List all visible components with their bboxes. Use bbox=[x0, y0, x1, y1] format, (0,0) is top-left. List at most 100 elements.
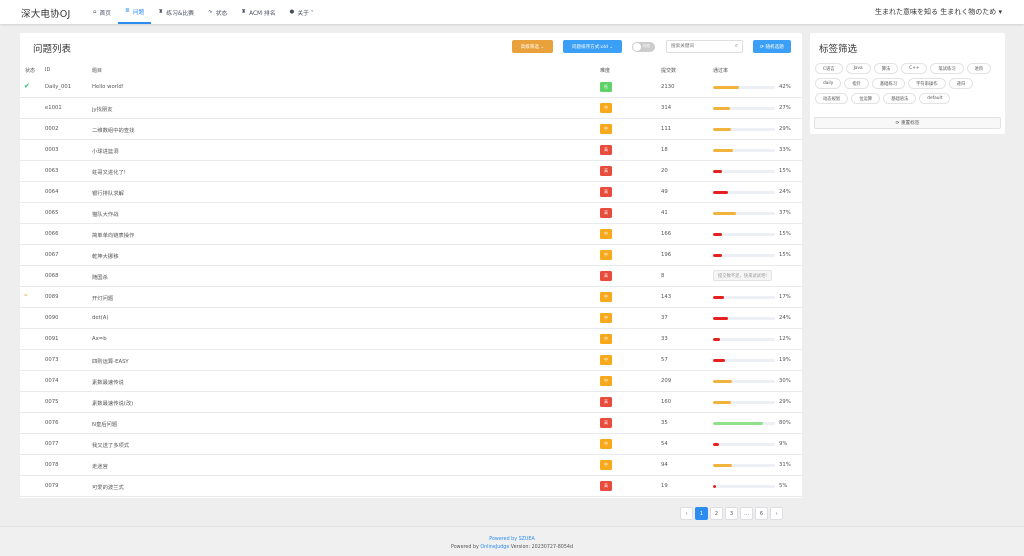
site-logo[interactable]: 深大电协OJ bbox=[21, 6, 70, 20]
tag-chip[interactable]: 字符串操作 bbox=[908, 78, 946, 89]
search-input[interactable] bbox=[667, 41, 729, 52]
tag-chip[interactable]: default bbox=[919, 93, 951, 104]
problem-title-link[interactable]: 我又送了多项式 bbox=[92, 441, 129, 449]
nav-icon: ♜ bbox=[158, 9, 164, 15]
tag-chip[interactable]: 算法 bbox=[873, 63, 899, 74]
table-row[interactable]: 0076 N皇后问题 高 35 80% bbox=[20, 413, 802, 434]
tag-chip[interactable]: 基础语法 bbox=[883, 93, 917, 104]
problem-title-link[interactable]: 小球进篮洞 bbox=[92, 147, 119, 155]
nav-item-1[interactable]: ≣ 问题 bbox=[118, 0, 152, 24]
submission-count: 209 bbox=[661, 378, 672, 384]
advanced-filter-button[interactable]: 高级筛选 ⌄ bbox=[512, 40, 553, 53]
column-header-status[interactable]: 状态 bbox=[25, 67, 35, 74]
tag-chip[interactable]: 基础练习 bbox=[871, 78, 906, 89]
search-icon[interactable]: ⌕ bbox=[735, 43, 738, 50]
column-header-difficulty[interactable]: 难度 bbox=[600, 67, 610, 74]
problem-title-link[interactable]: 素数最速传说 bbox=[92, 378, 124, 386]
table-row[interactable]: e1001 jy找朋友 中 314 27% bbox=[20, 98, 802, 119]
table-row[interactable]: 0090 det(A) 中 37 24% bbox=[20, 308, 802, 329]
tag-chip[interactable]: 递归 bbox=[948, 78, 974, 89]
problem-title-link[interactable]: 猫队大作战 bbox=[92, 210, 119, 218]
difficulty-badge: 中 bbox=[600, 355, 612, 365]
problem-title-link[interactable]: 二维数组中的查找 bbox=[92, 126, 134, 134]
difficulty-badge: 高 bbox=[600, 481, 612, 491]
tag-chip[interactable]: daily bbox=[815, 78, 842, 89]
next-page-button[interactable]: › bbox=[770, 507, 783, 520]
column-header-submissions[interactable]: 提交数 bbox=[661, 67, 676, 74]
footer-oj-link[interactable]: OnlineJudge bbox=[480, 545, 509, 550]
table-row[interactable]: 0067 乾坤大挪移 中 196 15% bbox=[20, 245, 802, 266]
tag-chip[interactable]: 笔试练习 bbox=[930, 63, 964, 74]
table-row[interactable]: 0002 二维数组中的查找 中 111 29% bbox=[20, 119, 802, 140]
problem-title-link[interactable]: det(A) bbox=[92, 315, 108, 321]
nav-item-3[interactable]: ∿ 状态 bbox=[201, 0, 234, 24]
tag-chip[interactable]: 进阶 bbox=[966, 63, 992, 74]
nav-item-2[interactable]: ♜ 练习&比赛 bbox=[151, 0, 201, 24]
problem-title-link[interactable]: N皇后问题 bbox=[92, 420, 117, 428]
page-button-6[interactable]: 6 bbox=[755, 507, 768, 520]
table-row[interactable]: 0075 素数最速传说(改) 高 160 29% bbox=[20, 392, 802, 413]
problem-title-link[interactable]: 可爱的波兰式 bbox=[92, 483, 124, 491]
problem-title-link[interactable]: 乾坤大挪移 bbox=[92, 252, 119, 260]
random-pick-button[interactable]: ⟳ 随机选题 bbox=[753, 40, 791, 53]
table-row[interactable]: 0066 简单单向链表操作 中 166 15% bbox=[20, 224, 802, 245]
reset-tags-button[interactable]: ⟳ 重置标签 bbox=[814, 117, 1001, 129]
problem-title-link[interactable]: Ax=b bbox=[92, 336, 107, 342]
tag-chip[interactable]: 动态规划 bbox=[815, 93, 849, 104]
table-row[interactable]: 0091 Ax=b 中 33 12% bbox=[20, 329, 802, 350]
nav-item-5[interactable]: ● 关于 ˅ bbox=[283, 0, 321, 24]
problem-title-link[interactable]: 素数最速传说(改) bbox=[92, 399, 133, 407]
tag-chip[interactable]: 位运算 bbox=[851, 93, 881, 104]
user-menu[interactable]: 生まれた意味を知る 生まれく物のため ▾ bbox=[875, 7, 1002, 17]
table-row[interactable]: 0078 走迷宫 中 94 31% bbox=[20, 455, 802, 476]
problem-id: e1001 bbox=[45, 105, 62, 111]
nav-item-0[interactable]: ⌂ 首页 bbox=[86, 0, 118, 24]
table-row[interactable]: 0064 银行排队求解 高 49 24% bbox=[20, 182, 802, 203]
table-row[interactable]: 0063 蛀哥又进化了! 高 20 15% bbox=[20, 161, 802, 182]
table-row[interactable]: 0074 素数最速传说 中 209 30% bbox=[20, 371, 802, 392]
panel-title: 问题列表 bbox=[33, 44, 72, 55]
ac-rate-percent: 12% bbox=[779, 336, 791, 342]
ac-rate-bar bbox=[713, 233, 775, 236]
problem-title-link[interactable]: 简单单向链表操作 bbox=[92, 231, 134, 239]
table-row[interactable]: 0003 小球进篮洞 高 18 33% bbox=[20, 140, 802, 161]
ac-rate-bar-fill bbox=[713, 128, 731, 131]
table-row[interactable]: 0077 我又送了多项式 中 54 9% bbox=[20, 434, 802, 455]
column-header-id[interactable]: ID bbox=[45, 67, 50, 73]
problem-id: 0075 bbox=[45, 399, 59, 405]
table-row[interactable]: 0073 四则运算-EASY 中 57 19% bbox=[20, 350, 802, 371]
page-button-1[interactable]: 1 bbox=[695, 507, 708, 520]
footer-powered-szuea[interactable]: Powered by SZUEA bbox=[0, 537, 1024, 542]
tag-chip[interactable]: Java bbox=[845, 63, 871, 74]
table-row[interactable]: 0068 随国杀 高 8 提交数不足，快来试试吧! bbox=[20, 266, 802, 287]
tag-chip[interactable]: C语言 bbox=[815, 63, 843, 74]
tag-chip[interactable]: C++ bbox=[901, 63, 928, 74]
prev-page-button[interactable]: ‹ bbox=[680, 507, 693, 520]
table-row[interactable]: 0079 可爱的波兰式 高 19 5% bbox=[20, 476, 802, 497]
problem-title-link[interactable]: 开灯问题 bbox=[92, 294, 113, 302]
difficulty-badge: 高 bbox=[600, 145, 612, 155]
problem-title-link[interactable]: 四则运算-EASY bbox=[92, 357, 129, 365]
ac-rate-percent: 19% bbox=[779, 357, 791, 363]
page-button-2[interactable]: 2 bbox=[710, 507, 723, 520]
problem-title-link[interactable]: jy找朋友 bbox=[92, 105, 113, 113]
sort-order-dropdown[interactable]: 问题排序方式:old ⌄ bbox=[563, 40, 622, 53]
table-row[interactable]: – 0089 开灯问题 中 143 17% bbox=[20, 287, 802, 308]
problem-id: 0065 bbox=[45, 210, 59, 216]
tag-chip[interactable]: 指针 bbox=[844, 78, 869, 89]
ac-rate-bar bbox=[713, 86, 775, 89]
page-button-3[interactable]: 3 bbox=[725, 507, 738, 520]
tag-toggle-switch[interactable]: 标签 bbox=[632, 42, 655, 52]
column-header-ac-rate[interactable]: 通过率 bbox=[713, 67, 728, 74]
problem-title-link[interactable]: 蛀哥又进化了! bbox=[92, 168, 126, 176]
nav-item-4[interactable]: ♜ ACM 排名 bbox=[234, 0, 282, 24]
problem-title-link[interactable]: 随国杀 bbox=[92, 273, 108, 281]
problem-title-link[interactable]: 走迷宫 bbox=[92, 462, 108, 470]
table-row[interactable]: ✔ Daily_001 Hello world! 低 2130 42% bbox=[20, 77, 802, 98]
table-row[interactable]: 0065 猫队大作战 高 41 37% bbox=[20, 203, 802, 224]
difficulty-badge: 中 bbox=[600, 292, 612, 302]
problem-title-link[interactable]: Hello world! bbox=[92, 84, 124, 90]
footer-version: Version: 20230727-8054d bbox=[509, 545, 573, 550]
problem-title-link[interactable]: 银行排队求解 bbox=[92, 189, 124, 197]
column-header-title[interactable]: 题目 bbox=[92, 67, 102, 74]
